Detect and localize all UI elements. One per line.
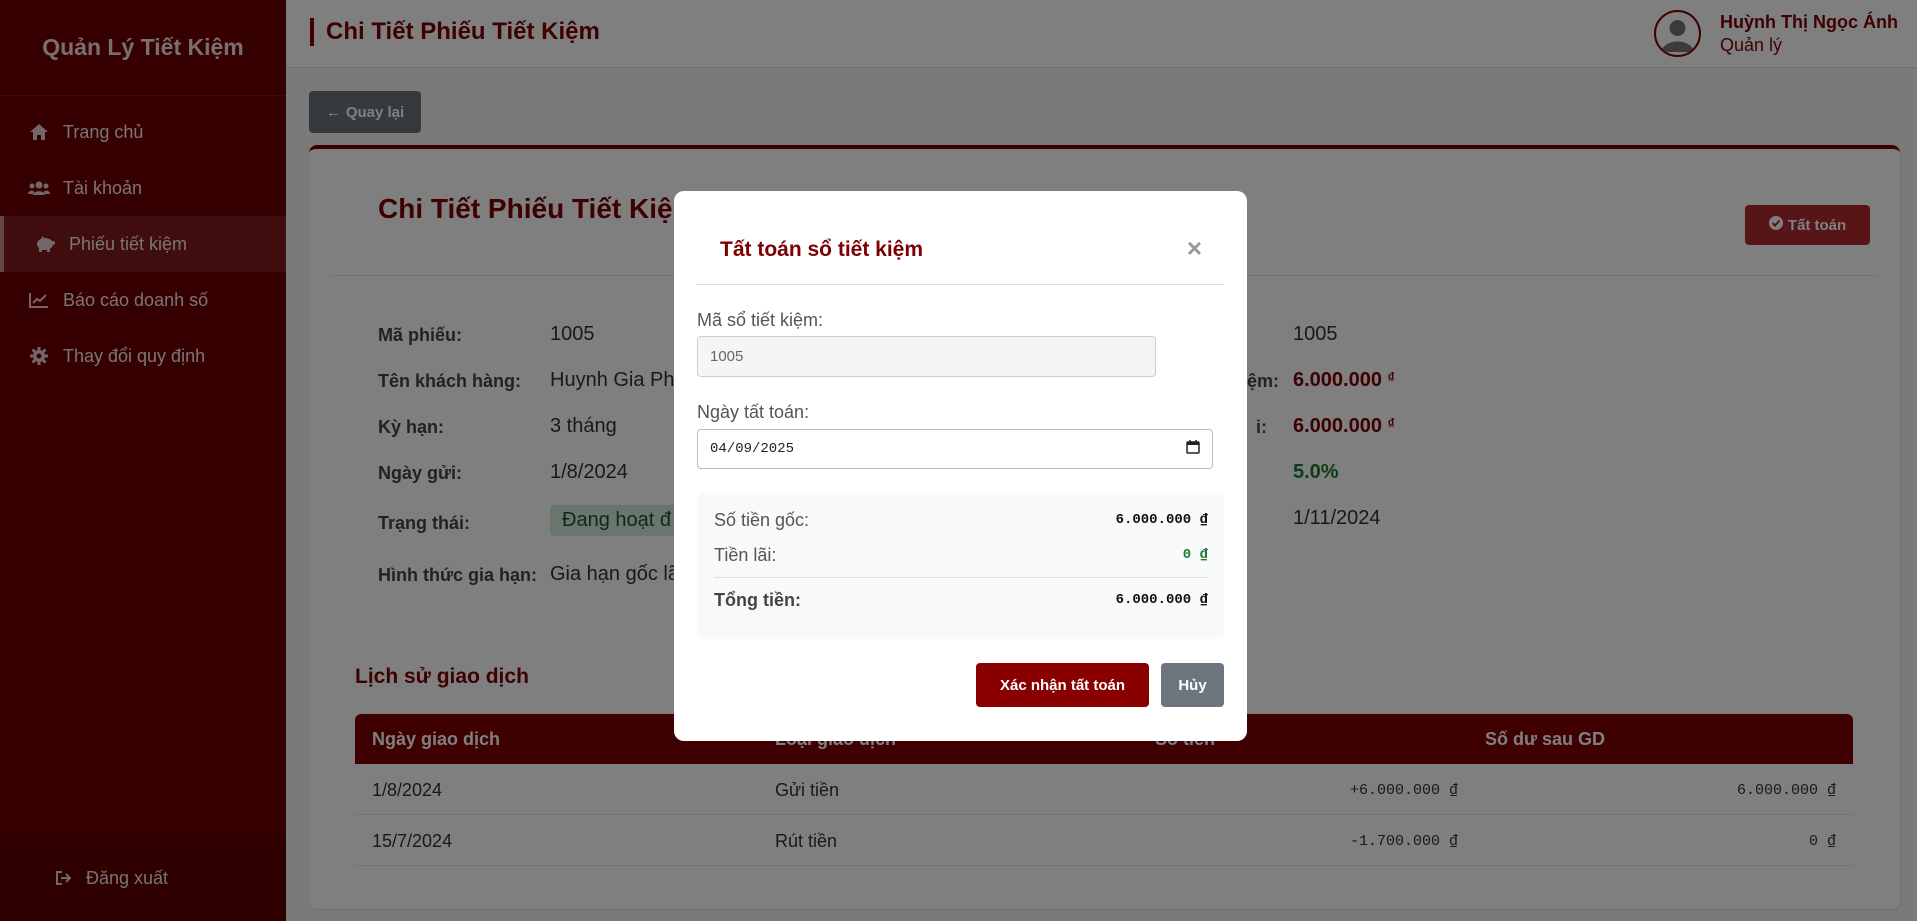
close-icon[interactable]: ×	[1187, 233, 1202, 264]
account-label: Mã sổ tiết kiệm:	[697, 310, 824, 330]
confirm-settle-button[interactable]: Xác nhận tất toán	[976, 663, 1149, 707]
interest-value: 0 ₫	[1182, 547, 1208, 563]
principal-label: Số tiền gốc:	[714, 510, 810, 530]
total-label: Tổng tiền:	[714, 590, 801, 610]
calendar-icon[interactable]	[1186, 439, 1200, 459]
principal-value: 6.000.000 ₫	[1115, 512, 1208, 528]
settlement-summary: Số tiền gốc: 6.000.000 ₫ Tiền lãi: 0 ₫ T…	[697, 493, 1224, 639]
date-label: Ngày tất toán:	[697, 402, 810, 422]
interest-label: Tiền lãi:	[714, 545, 777, 565]
modal-title: Tất toán sổ tiết kiệm	[720, 238, 924, 261]
total-value: 6.000.000 ₫	[1115, 592, 1208, 608]
divider	[714, 577, 1208, 578]
divider	[696, 284, 1224, 285]
date-value: 04/09/2025	[710, 441, 795, 457]
principal-row: Số tiền gốc: 6.000.000 ₫	[714, 510, 1208, 531]
account-field[interactable]: 1005	[697, 336, 1156, 377]
interest-row: Tiền lãi: 0 ₫	[714, 545, 1208, 566]
settle-modal: Tất toán sổ tiết kiệm × Mã sổ tiết kiệm:…	[674, 191, 1247, 741]
settle-date-input[interactable]: 04/09/2025	[697, 429, 1213, 469]
total-row: Tổng tiền: 6.000.000 ₫	[714, 590, 1208, 611]
cancel-button[interactable]: Hủy	[1161, 663, 1224, 707]
